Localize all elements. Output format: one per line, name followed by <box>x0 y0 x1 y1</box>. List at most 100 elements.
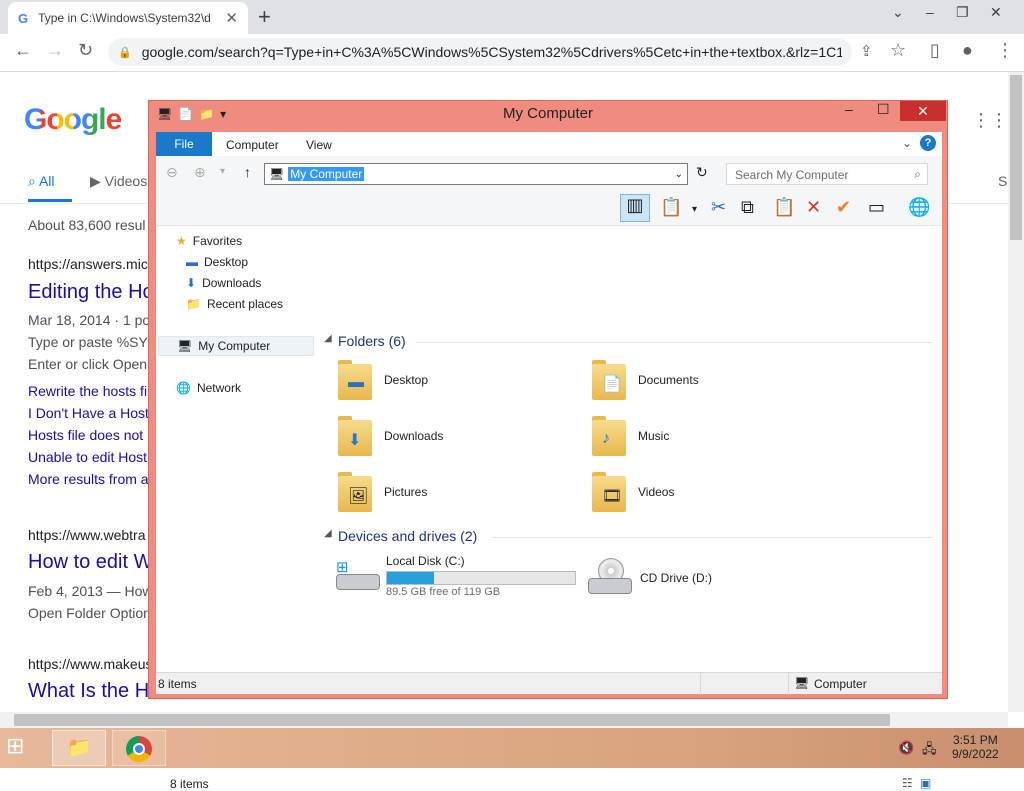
address-toolbar: ⊖ ⊕ ▾ ↑ 🖥 My Computer ⌄ ↻ Search My Comp… <box>156 156 942 192</box>
sub-result-link[interactable]: More results from a <box>28 471 149 487</box>
ribbon-tab-view[interactable]: View <box>306 138 332 152</box>
hard-drive-icon[interactable]: ⊞ <box>334 556 382 596</box>
results-count: About 83,600 resul <box>28 217 146 233</box>
side-panel-icon[interactable]: ▯ <box>930 40 940 61</box>
new-tab-button[interactable]: + <box>258 4 271 30</box>
rename-check-icon[interactable]: ✔ <box>836 197 851 218</box>
result-url[interactable]: https://answers.mic <box>28 256 148 272</box>
minimize-icon[interactable]: – <box>926 4 934 20</box>
file-explorer-icon: 📁 <box>66 737 92 759</box>
ribbon-tab-computer[interactable]: Computer <box>226 138 279 152</box>
bookmark-star-icon[interactable]: ☆ <box>890 40 906 61</box>
status-location: Computer <box>814 677 867 691</box>
explorer-back-icon[interactable]: ⊖ <box>166 164 178 181</box>
share-icon[interactable]: ⇪ <box>860 42 873 60</box>
help-icon[interactable]: ? <box>920 135 936 151</box>
sub-result-link[interactable]: I Don't Have a Host <box>28 405 149 421</box>
folder-videos[interactable]: 🎞 Videos <box>590 470 674 514</box>
folder-desktop-icon: ▬ <box>336 358 374 402</box>
folder-label: Documents <box>638 373 699 387</box>
rename-icon[interactable]: ▭ <box>868 197 885 218</box>
nav-network[interactable]: 🌐 Network <box>176 381 241 395</box>
nav-recent[interactable]: 📁 Recent places <box>186 297 283 311</box>
tab-title: Type in C:\Windows\System32\d <box>38 11 211 25</box>
folder-downloads[interactable]: ⬇ Downloads <box>336 414 443 458</box>
drives-header[interactable]: Devices and drives (2) <box>338 528 477 544</box>
preview-pane-icon[interactable]: ▥ <box>620 194 650 222</box>
ribbon-tab-file[interactable]: File <box>156 132 212 156</box>
nav-my-computer[interactable]: 🖥 My Computer <box>158 336 314 356</box>
nav-label: Desktop <box>204 255 249 269</box>
refresh-icon[interactable]: ↻ <box>696 164 708 181</box>
sub-result-link[interactable]: Hosts file does not <box>28 427 143 443</box>
search-tab-videos[interactable]: ▶ Videos <box>90 173 147 190</box>
recent-dropdown-icon[interactable]: ▾ <box>220 166 225 177</box>
folders-header[interactable]: Folders (6) <box>338 333 406 349</box>
expand-ribbon-icon[interactable]: ⌄ <box>902 136 912 150</box>
large-icons-view-icon[interactable]: ▣ <box>920 776 931 790</box>
browser-menu-icon[interactable]: ⋮ <box>996 40 1014 61</box>
close-tab-icon[interactable]: ✕ <box>225 9 238 27</box>
folder-documents[interactable]: 📄 Documents <box>590 358 699 402</box>
result-title[interactable]: Editing the Ho <box>28 281 154 304</box>
folder-music[interactable]: ♪ Music <box>590 414 669 458</box>
search-tab-partial[interactable]: S <box>998 173 1007 189</box>
tab-videos-label: Videos <box>104 173 148 189</box>
folder-pictures[interactable]: 🖼 Pictures <box>336 470 427 514</box>
drive-d-label[interactable]: CD Drive (D:) <box>640 571 712 585</box>
sub-result-link[interactable]: Unable to edit Host <box>28 449 147 465</box>
google-logo[interactable]: Google <box>24 103 122 137</box>
explorer-forward-icon[interactable]: ⊕ <box>194 164 206 181</box>
search-tab-all[interactable]: ⌕ All <box>28 173 55 190</box>
windows-start-icon[interactable]: ⊞ <box>6 733 24 759</box>
forward-icon[interactable]: → <box>46 40 64 61</box>
profile-avatar-icon[interactable]: ● <box>962 40 973 61</box>
chrome-icon <box>126 735 152 762</box>
explorer-maximize-icon[interactable]: ☐ <box>877 101 890 118</box>
drive-c-label[interactable]: Local Disk (C:) <box>386 554 465 568</box>
vertical-scroll-thumb[interactable] <box>1010 75 1022 240</box>
taskbar-chrome[interactable] <box>112 730 166 766</box>
paste-icon[interactable]: 📋 <box>773 197 795 218</box>
result-url[interactable]: https://www.makeus <box>28 656 153 672</box>
dropdown-icon[interactable]: ▾ <box>692 204 697 215</box>
folder-desktop[interactable]: ▬ Desktop <box>336 358 428 402</box>
volume-muted-icon[interactable]: 🔇 <box>898 740 914 756</box>
cut-icon[interactable]: ✂ <box>711 197 726 218</box>
system-clock[interactable]: 3:51 PM 9/9/2022 <box>952 733 999 761</box>
collapse-drives-icon[interactable]: ◢ <box>324 528 332 539</box>
explorer-minimize-icon[interactable]: – <box>845 101 853 117</box>
close-window-icon[interactable]: ✕ <box>990 4 1002 21</box>
nav-desktop[interactable]: ▬ Desktop <box>186 255 248 269</box>
copy-icon[interactable]: ⧉ <box>741 197 754 218</box>
window-title: My Computer <box>502 105 594 122</box>
explorer-close-button[interactable]: ✕ <box>900 101 946 121</box>
sub-result-link[interactable]: Rewrite the hosts fi <box>28 383 147 399</box>
network-globe-icon[interactable]: 🌐 <box>908 197 930 218</box>
properties-icon[interactable]: 📋 <box>660 197 682 218</box>
cd-drive-icon[interactable] <box>586 556 636 600</box>
up-icon[interactable]: ↑ <box>244 164 251 180</box>
reload-icon[interactable]: ↻ <box>78 40 93 61</box>
nav-label: Network <box>196 381 241 395</box>
collapse-folders-icon[interactable]: ◢ <box>324 333 332 344</box>
nav-downloads[interactable]: ⬇ Downloads <box>186 276 261 290</box>
details-view-icon[interactable]: ☷ <box>902 776 913 790</box>
delete-icon[interactable]: ✕ <box>806 197 821 218</box>
result-url[interactable]: https://www.webtra <box>28 527 146 543</box>
nav-favorites[interactable]: ★ Favorites <box>176 234 242 248</box>
taskbar-file-explorer[interactable]: 📁 <box>52 730 106 766</box>
browser-tab[interactable]: G Type in C:\Windows\System32\d ✕ <box>8 2 248 34</box>
address-bar[interactable]: 🔒 google.com/search?q=Type+in+C%3A%5CWin… <box>108 38 852 66</box>
network-icon: 🌐 <box>176 381 191 395</box>
tab-list-icon[interactable]: ⌄ <box>892 4 904 21</box>
result-title[interactable]: How to edit W <box>28 551 152 574</box>
address-dropdown-icon[interactable]: ⌄ <box>675 169 683 180</box>
back-icon[interactable]: ← <box>14 40 32 61</box>
result-title[interactable]: What Is the H <box>28 680 149 703</box>
explorer-address-field[interactable]: 🖥 My Computer ⌄ <box>264 163 688 185</box>
network-tray-icon[interactable]: 🖧 <box>922 740 937 762</box>
horizontal-scroll-thumb[interactable] <box>14 714 890 726</box>
restore-icon[interactable]: ❐ <box>956 4 969 21</box>
explorer-search-input[interactable]: Search My Computer ⌕ <box>726 163 928 185</box>
